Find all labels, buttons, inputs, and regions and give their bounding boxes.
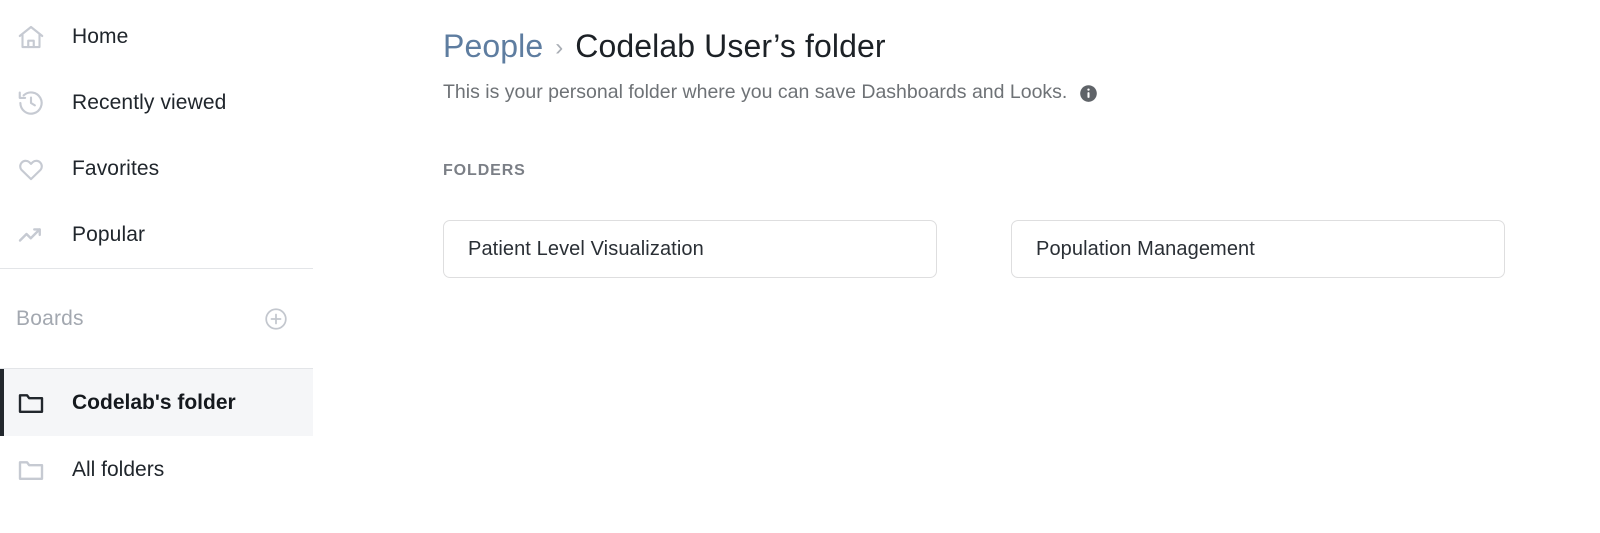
sidebar-nav-list: Home Recently viewed Favorites Popular <box>0 0 313 268</box>
history-clock-icon <box>14 86 48 120</box>
trending-up-icon <box>14 218 48 252</box>
folder-card[interactable]: Patient Level Visualization <box>443 220 937 278</box>
plus-circle-icon[interactable] <box>261 304 291 334</box>
sidebar-item-recently-viewed[interactable]: Recently viewed <box>0 70 313 136</box>
folder-card-title: Population Management <box>1036 237 1255 260</box>
breadcrumb: People › Codelab User’s folder <box>443 0 1600 65</box>
app-root: Home Recently viewed Favorites Popular B… <box>0 0 1600 533</box>
sidebar-item-label: Home <box>72 25 129 48</box>
boards-title: Boards <box>16 306 84 330</box>
sidebar-item-label: Recently viewed <box>72 91 227 114</box>
folder-description: This is your personal folder where you c… <box>443 81 1600 104</box>
main-content: People › Codelab User’s folder This is y… <box>313 0 1600 533</box>
folder-card[interactable]: Population Management <box>1011 220 1505 278</box>
sidebar-item-label: Favorites <box>72 157 160 180</box>
folder-icon <box>14 386 48 420</box>
sidebar: Home Recently viewed Favorites Popular B… <box>0 0 313 533</box>
chevron-right-icon: › <box>555 34 564 61</box>
folder-cards-row: Patient Level Visualization Population M… <box>443 220 1600 278</box>
folder-icon <box>14 453 48 487</box>
heart-icon <box>14 152 48 186</box>
info-icon[interactable] <box>1079 84 1098 103</box>
sidebar-item-label: Codelab's folder <box>72 390 236 414</box>
sidebar-item-all-folders[interactable]: All folders <box>0 436 313 503</box>
home-icon <box>14 20 48 54</box>
sidebar-item-popular[interactable]: Popular <box>0 202 313 268</box>
sidebar-item-home[interactable]: Home <box>0 4 313 70</box>
sidebar-item-label: All folders <box>72 457 165 481</box>
sidebar-item-favorites[interactable]: Favorites <box>0 136 313 202</box>
page-title: Codelab User’s folder <box>575 28 886 64</box>
folder-card-title: Patient Level Visualization <box>468 237 704 260</box>
boards-section-header: Boards <box>0 269 313 368</box>
sidebar-item-codelabs-folder[interactable]: Codelab's folder <box>0 369 313 436</box>
sidebar-item-label: Popular <box>72 223 146 246</box>
breadcrumb-parent-link[interactable]: People <box>443 28 543 65</box>
folders-section-label: FOLDERS <box>443 162 526 179</box>
folder-description-text: This is your personal folder where you c… <box>443 81 1068 103</box>
